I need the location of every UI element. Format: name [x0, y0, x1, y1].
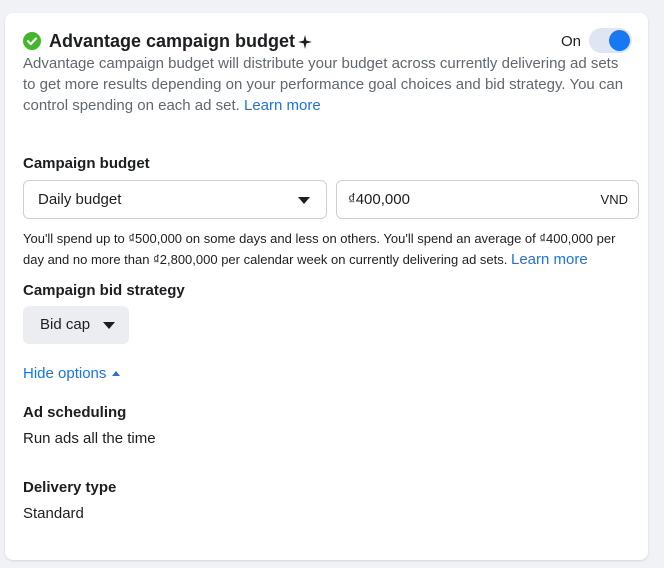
toggle-knob: [609, 30, 630, 51]
spend-learn-more-link[interactable]: Learn more: [511, 251, 588, 268]
spend-note: You'll spend up to ₫500,000 on some days…: [23, 228, 638, 270]
advantage-budget-toggle[interactable]: [589, 28, 632, 53]
currency-label: VND: [600, 192, 628, 207]
section-title: Advantage campaign budget: [49, 30, 313, 52]
budget-type-value: Daily budget: [38, 191, 122, 208]
chevron-down-icon: [103, 322, 115, 329]
bid-strategy-value: Bid cap: [40, 316, 91, 333]
budget-amount-input[interactable]: ₫400,000 VND: [336, 180, 639, 219]
check-circle-icon: [23, 32, 41, 50]
bid-strategy-dropdown[interactable]: Bid cap: [23, 306, 129, 344]
learn-more-link[interactable]: Learn more: [244, 97, 321, 114]
budget-amount-value: ₫400,000: [348, 191, 410, 208]
delivery-type-label: Delivery type: [23, 479, 117, 496]
chevron-up-icon: [112, 371, 121, 376]
chevron-down-icon: [298, 197, 310, 204]
bid-strategy-label: Campaign bid strategy: [23, 282, 185, 299]
campaign-budget-label: Campaign budget: [23, 155, 150, 172]
description: Advantage campaign budget will distribut…: [23, 53, 633, 116]
hide-options-text: Hide options: [23, 365, 107, 382]
ad-scheduling-label: Ad scheduling: [23, 404, 127, 421]
toggle-label: On: [561, 33, 582, 50]
hide-options-link[interactable]: Hide options: [23, 365, 121, 383]
sparkle-plus-icon: [298, 35, 313, 49]
description-text: Advantage campaign budget will distribut…: [23, 55, 624, 114]
campaign-budget-card: Advantage campaign budget On Advantage c…: [5, 13, 648, 560]
budget-type-dropdown[interactable]: Daily budget: [23, 180, 327, 219]
ad-scheduling-value: Run ads all the time: [23, 430, 156, 447]
section-title-text: Advantage campaign budget: [49, 31, 296, 51]
delivery-type-value: Standard: [23, 505, 84, 522]
